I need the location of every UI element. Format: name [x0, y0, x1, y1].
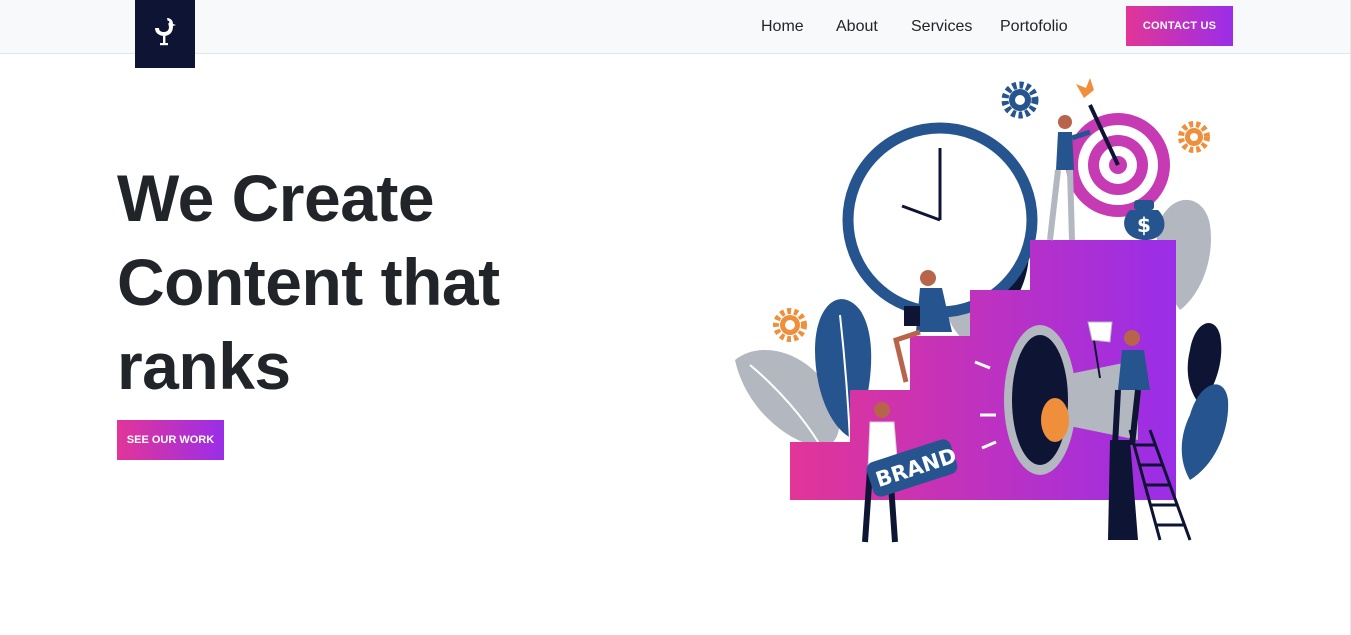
- navbar: Home About Services Portofolio CONTACT U…: [0, 0, 1351, 68]
- gear-icon-left: [773, 308, 807, 342]
- hero-title-line-3: ranks: [117, 329, 291, 403]
- nav-link-home[interactable]: Home: [761, 17, 804, 37]
- dollar-sign: $: [1137, 213, 1151, 237]
- nav-link-services[interactable]: Services: [911, 17, 972, 37]
- contact-us-button[interactable]: CONTACT US: [1126, 6, 1233, 46]
- hero-title-line-2: Content that: [117, 245, 500, 319]
- hero-title: We Create Content that ranks: [117, 156, 677, 408]
- brand-logo[interactable]: [135, 0, 195, 68]
- bird-microphone-logo-icon: [155, 18, 176, 46]
- leaves-navy-right: [1181, 323, 1229, 480]
- gear-icon-top: [1001, 81, 1039, 119]
- target-icon: [1066, 78, 1170, 217]
- hero-title-line-1: We Create: [117, 161, 435, 235]
- nav-link-about[interactable]: About: [836, 17, 878, 37]
- nav-link-portofolio[interactable]: Portofolio: [1000, 17, 1068, 37]
- see-our-work-button[interactable]: SEE OUR WORK: [117, 420, 224, 460]
- marketing-illustration: $ BRAND: [735, 78, 1229, 543]
- clock: [842, 122, 1038, 318]
- gear-icon-right: [1178, 121, 1210, 153]
